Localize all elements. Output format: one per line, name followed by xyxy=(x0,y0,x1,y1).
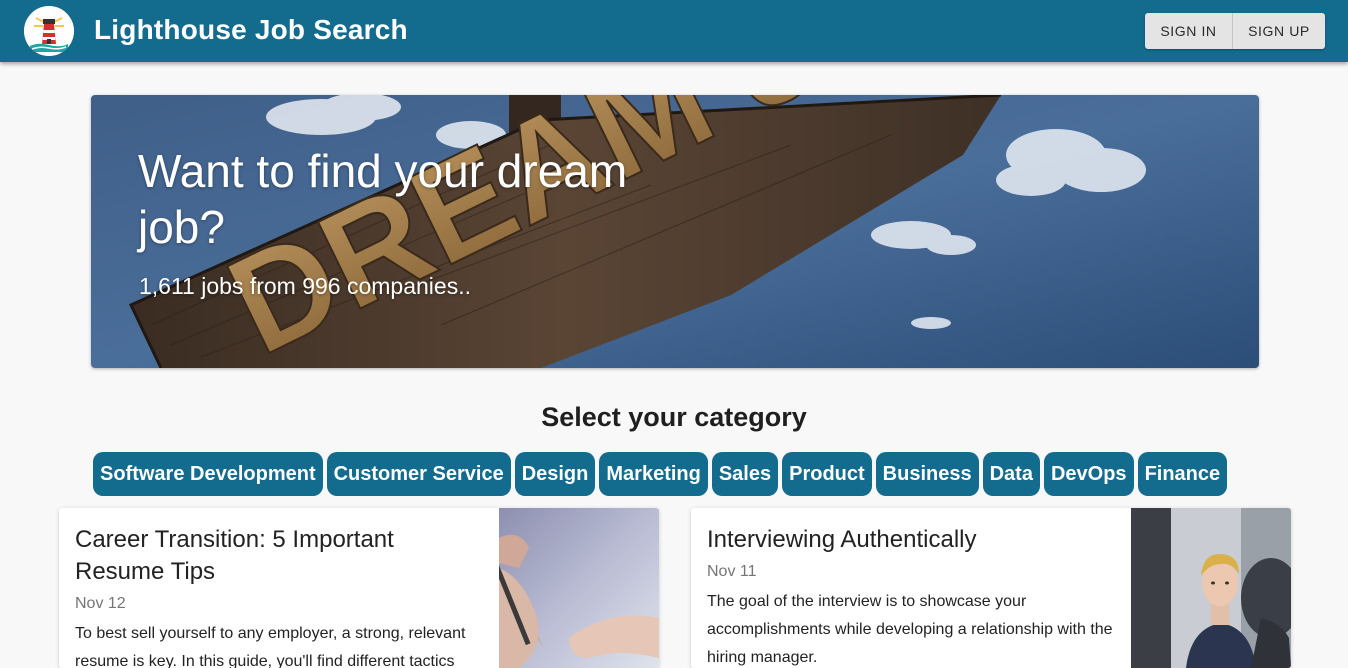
auth-button-group: SIGN IN SIGN UP xyxy=(1145,13,1325,49)
category-data[interactable]: Data xyxy=(982,452,1040,496)
article-title[interactable]: Career Transition: 5 Important Resume Ti… xyxy=(75,524,485,588)
category-devops[interactable]: DevOps xyxy=(1043,452,1134,496)
category-software-development[interactable]: Software Development xyxy=(93,452,323,496)
article-card-body: Career Transition: 5 Important Resume Ti… xyxy=(75,524,485,668)
category-heading: Select your category xyxy=(541,402,807,432)
category-marketing[interactable]: Marketing xyxy=(599,452,708,496)
job-count-text: 1,611 jobs from 996 companies.. xyxy=(139,273,471,299)
category-business[interactable]: Business xyxy=(875,452,979,496)
app-title[interactable]: Lighthouse Job Search xyxy=(94,14,408,46)
article-date: Nov 12 xyxy=(75,595,126,612)
sign-up-button[interactable]: SIGN UP xyxy=(1233,13,1325,49)
category-customer-service[interactable]: Customer Service xyxy=(326,452,511,496)
article-date: Nov 11 xyxy=(707,563,757,580)
article-title[interactable]: Interviewing Authentically xyxy=(707,524,1117,556)
interview-photo-icon[interactable] xyxy=(1131,508,1291,668)
article-card[interactable]: Interviewing Authentically Nov 11 The go… xyxy=(691,508,1291,668)
pen-writing-icon[interactable] xyxy=(499,508,659,668)
category-finance[interactable]: Finance xyxy=(1137,452,1228,496)
category-list: Software Development Customer Service De… xyxy=(93,452,1228,496)
article-excerpt: The goal of the interview is to showcase… xyxy=(707,593,1113,666)
sign-in-button[interactable]: SIGN IN xyxy=(1145,13,1233,49)
lighthouse-icon[interactable] xyxy=(24,6,74,56)
hero-heading: Want to find your dream job? xyxy=(138,145,628,253)
article-card-body: Interviewing Authentically Nov 11 The go… xyxy=(707,524,1117,668)
article-card[interactable]: Career Transition: 5 Important Resume Ti… xyxy=(59,508,659,668)
category-product[interactable]: Product xyxy=(782,452,872,496)
category-design[interactable]: Design xyxy=(514,452,596,496)
hero-banner: DREAM JOB Want to find your dream job? 1… xyxy=(91,95,1259,368)
app-header: Lighthouse Job Search SIGN IN SIGN UP xyxy=(0,0,1348,62)
article-excerpt: To best sell yourself to any employer, a… xyxy=(75,625,466,668)
category-sales[interactable]: Sales xyxy=(711,452,779,496)
